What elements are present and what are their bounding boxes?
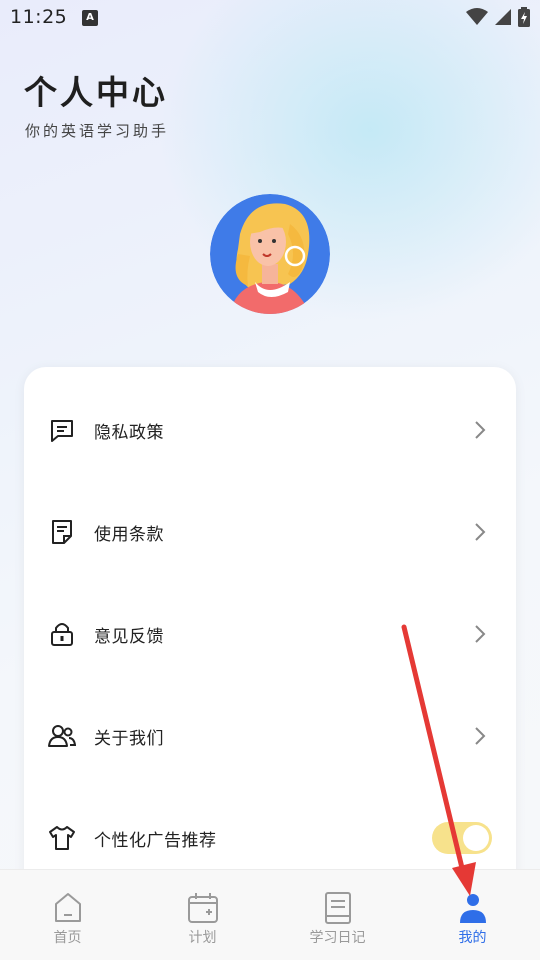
menu-item-about-us[interactable]: 关于我们 <box>24 706 516 766</box>
menu-label: 个性化广告推荐 <box>94 830 217 851</box>
personalized-ads-toggle[interactable] <box>432 822 492 854</box>
chevron-right-icon <box>472 726 488 746</box>
document-icon <box>48 518 76 546</box>
nav-label: 计划 <box>188 930 217 946</box>
nav-tab-plan[interactable]: 计划 <box>135 870 270 960</box>
chevron-right-icon <box>472 624 488 644</box>
avatar-illustration <box>210 194 330 314</box>
home-icon <box>50 890 86 926</box>
chat-text-icon <box>48 416 76 444</box>
page-title: 个人中心 <box>24 73 168 112</box>
menu-item-privacy-policy[interactable]: 隐私政策 <box>24 400 516 460</box>
calendar-icon <box>185 890 221 926</box>
menu-label: 意见反馈 <box>94 626 164 647</box>
profile-icon <box>455 890 491 926</box>
nav-tab-mine[interactable]: 我的 <box>405 870 540 960</box>
menu-item-feedback[interactable]: 意见反馈 <box>24 604 516 664</box>
menu-label: 使用条款 <box>94 524 164 545</box>
battery-icon <box>518 7 530 31</box>
signal-icon <box>494 8 512 30</box>
bottom-nav: 首页 计划 学习日记 我的 <box>0 869 540 960</box>
lock-icon <box>48 620 76 648</box>
nav-tab-study-diary[interactable]: 学习日记 <box>270 870 405 960</box>
notification-icon: A <box>82 10 98 26</box>
status-bar: 11:25 A <box>0 0 540 36</box>
nav-tab-home[interactable]: 首页 <box>0 870 135 960</box>
menu-item-personalized-ads: 个性化广告推荐 <box>24 808 516 868</box>
nav-label: 首页 <box>53 930 82 946</box>
wifi-icon <box>466 8 488 30</box>
chevron-right-icon <box>472 522 488 542</box>
nav-label: 学习日记 <box>309 930 366 946</box>
nav-label: 我的 <box>458 930 487 946</box>
menu-label: 关于我们 <box>94 728 164 749</box>
book-icon <box>320 890 356 926</box>
users-icon <box>48 722 76 750</box>
toggle-knob <box>463 825 489 851</box>
menu-item-terms-of-use[interactable]: 使用条款 <box>24 502 516 562</box>
tshirt-icon <box>48 824 76 852</box>
chevron-right-icon <box>472 420 488 440</box>
settings-card: 隐私政策 使用条款 意见反馈 关于我们 个性化广告推荐 <box>24 367 516 907</box>
avatar[interactable] <box>210 194 330 314</box>
menu-label: 隐私政策 <box>94 422 164 443</box>
page-subtitle: 你的英语学习助手 <box>25 122 170 140</box>
status-time: 11:25 <box>10 6 68 28</box>
